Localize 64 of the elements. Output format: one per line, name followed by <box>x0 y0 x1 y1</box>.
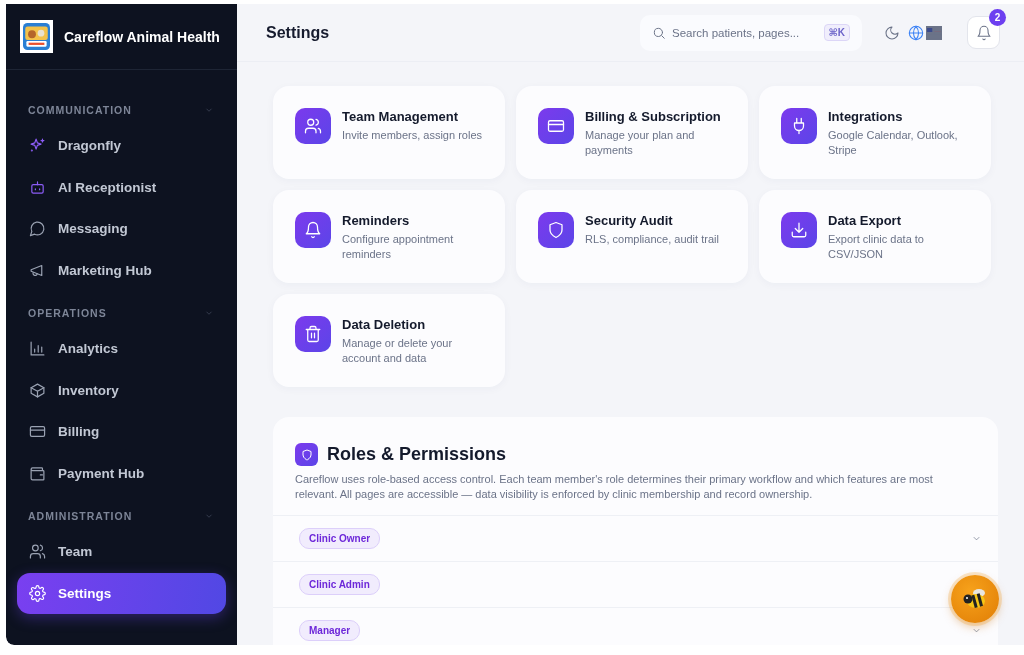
bell-icon <box>304 221 322 239</box>
settings-icon <box>29 584 46 602</box>
notification-badge: 2 <box>989 9 1006 26</box>
credit-card-icon <box>547 117 565 135</box>
nav-item[interactable]: Dragonfly <box>17 125 226 167</box>
role-tag: Clinic Admin <box>299 574 380 595</box>
nav-item[interactable]: Settings <box>17 572 226 614</box>
search-icon <box>652 25 666 40</box>
settings-card[interactable]: Billing & Subscription Manage your plan and payments <box>516 86 748 179</box>
shield-icon <box>300 448 313 461</box>
section-title: Roles & Permissions <box>327 444 507 465</box>
card-description: Configure appointment reminders <box>342 232 455 261</box>
card-description: Export clinic data to CSV/JSON <box>828 232 925 261</box>
settings-card[interactable]: Security Audit RLS, compliance, audit trail <box>516 190 748 283</box>
brand-name: Careflow Animal Health <box>64 28 220 45</box>
card-title: Billing & Subscription <box>585 109 722 124</box>
card-title: Integrations <box>828 109 904 124</box>
settings-card[interactable]: Data Export Export clinic data to CSV/JSON <box>759 190 991 283</box>
section-heading: COMMUNICATION <box>28 104 132 116</box>
card-description: Manage or delete your account and data <box>342 336 454 365</box>
robot-icon <box>29 178 46 196</box>
flag-icon <box>926 24 942 41</box>
search-field[interactable]: Search patients, pages... <box>672 26 818 39</box>
card-description: Invite members, assign roles <box>342 128 482 143</box>
card-description: Google Calendar, Outlook, Stripe <box>828 128 959 157</box>
nav-item[interactable]: Payment Hub <box>17 452 226 494</box>
card-title: Reminders <box>342 213 411 228</box>
globe-icon <box>908 24 924 41</box>
trash-icon <box>304 325 322 343</box>
card-title: Security Audit <box>585 213 674 228</box>
nav-item[interactable]: Billing <box>17 411 226 453</box>
nav-item[interactable]: Inventory <box>17 369 226 411</box>
settings-card[interactable]: Team Management Invite members, assign roles <box>273 86 505 179</box>
wallet-icon <box>29 464 46 482</box>
nav-item[interactable]: Messaging <box>17 208 226 250</box>
settings-card[interactable]: Data Deletion Manage or delete your account and data <box>273 294 505 387</box>
card-title: Team Management <box>342 109 460 124</box>
bar-chart-icon <box>29 340 46 358</box>
card-title: Data Deletion <box>342 317 427 332</box>
role-tag: Manager <box>299 620 361 641</box>
shield-icon <box>547 221 565 239</box>
section-heading: ADMINISTRATION <box>28 510 133 522</box>
moon-icon <box>884 24 900 41</box>
settings-card[interactable]: Reminders Configure appointment reminders <box>273 190 505 283</box>
users-icon <box>304 117 322 135</box>
page-title: Settings <box>266 23 331 42</box>
chat-bubble-icon <box>29 220 46 238</box>
box-icon <box>29 381 46 399</box>
card-title: Data Export <box>828 213 902 228</box>
settings-card[interactable]: Integrations Google Calendar, Outlook, Stripe <box>759 86 991 179</box>
card-description: Manage your plan and payments <box>585 128 696 157</box>
nav-item[interactable]: Marketing Hub <box>17 249 226 291</box>
logo-icon <box>20 20 53 53</box>
users-icon <box>29 543 46 561</box>
role-tag: Clinic Owner <box>299 528 381 549</box>
nav-item[interactable]: Team <box>17 531 226 573</box>
download-icon <box>790 221 808 239</box>
shortcut-key: ⌘K <box>823 24 850 41</box>
section-description: Careflow uses role-based access control. Each team member's role determines their primary workflow and which features are most relevant. All pages are accessible — data visibility is enforced by clinic membership and record ownership. <box>294 472 934 502</box>
card-description: RLS, compliance, audit trail <box>585 232 719 247</box>
nav-item[interactable]: Analytics <box>17 328 226 370</box>
nav-item[interactable]: AI Receptionist <box>17 166 226 208</box>
bell-icon <box>975 24 992 41</box>
section-heading: OPERATIONS <box>28 307 107 319</box>
